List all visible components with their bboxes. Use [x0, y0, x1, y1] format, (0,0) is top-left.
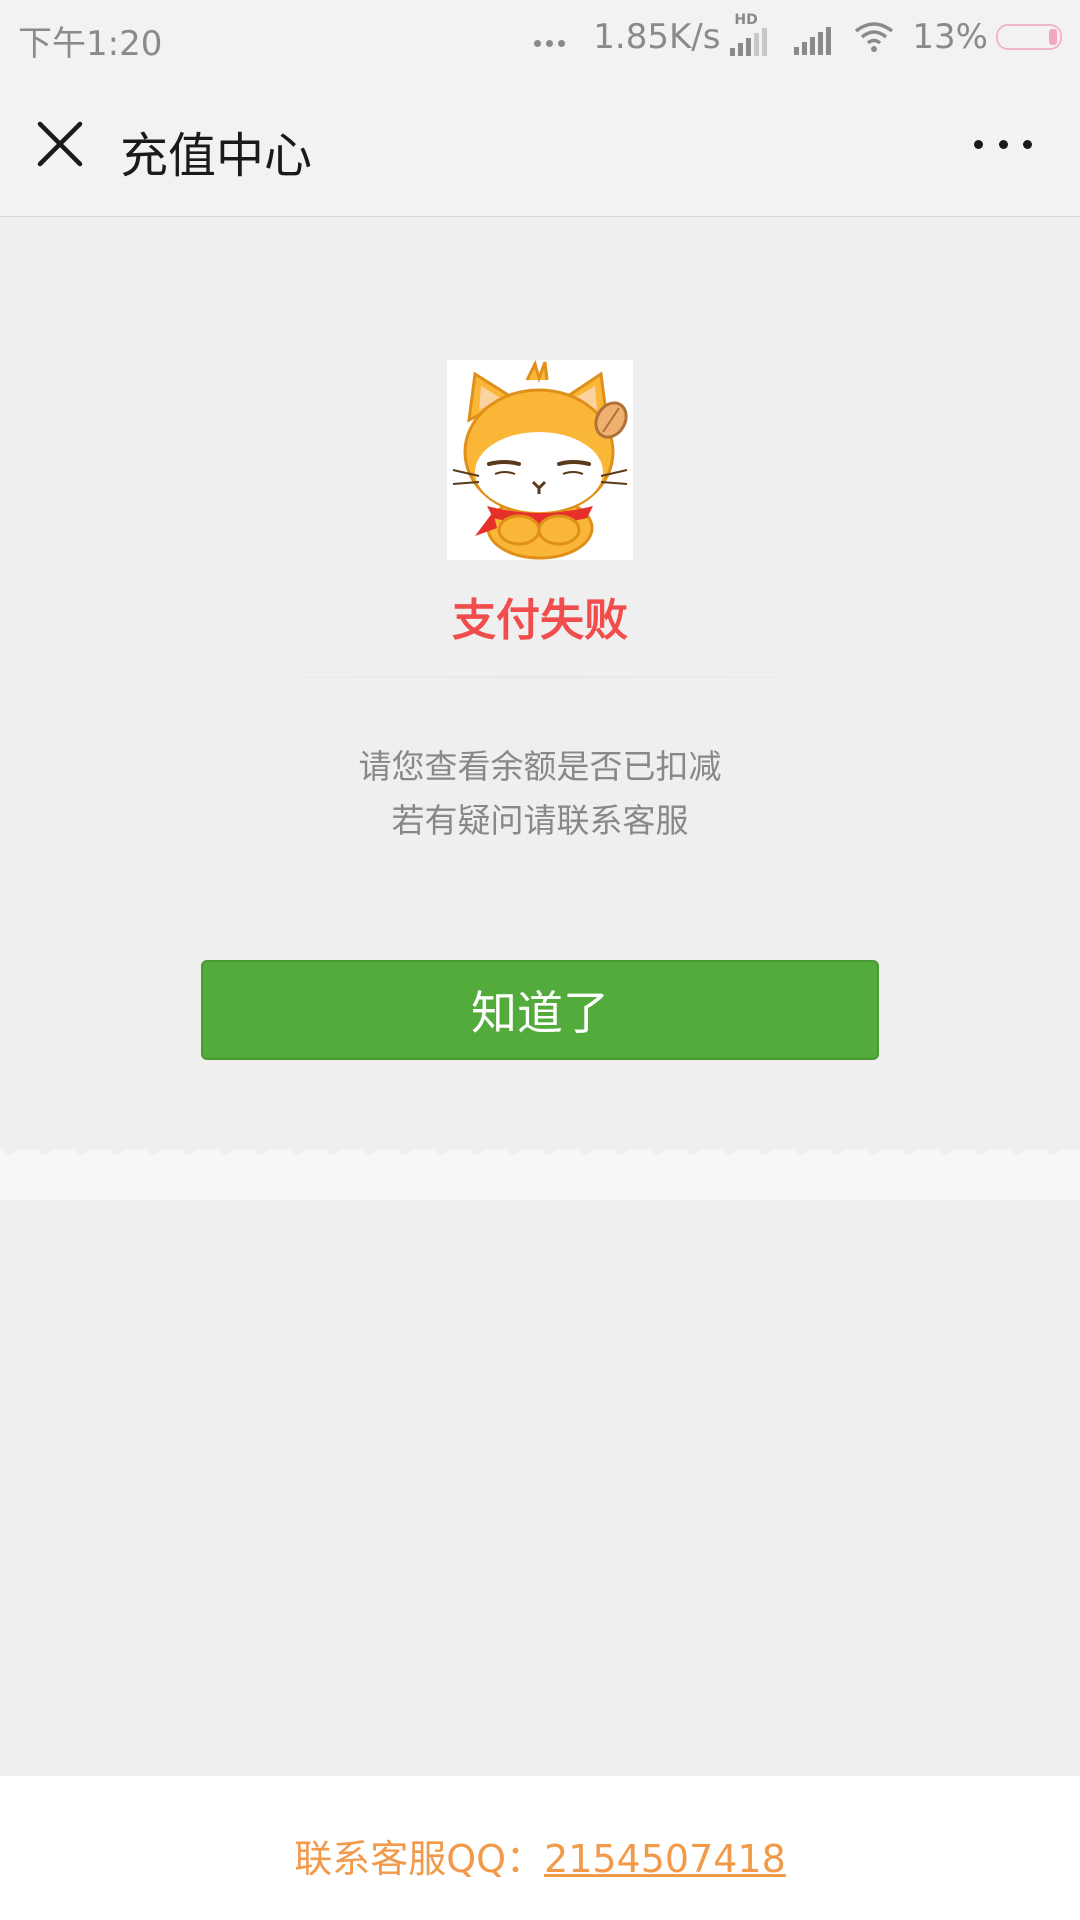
nav-bar: 充值中心: [0, 74, 1080, 217]
got-it-button[interactable]: 知道了: [201, 960, 879, 1060]
support-contact: 联系客服QQ：2154507418: [0, 1828, 1080, 1883]
more-notifications-icon: [534, 39, 566, 47]
payment-failed-title: 支付失败: [452, 595, 628, 646]
page-title: 充值中心: [120, 128, 313, 184]
close-icon[interactable]: [34, 118, 86, 170]
hd-signal-icon: HD: [728, 12, 772, 58]
message-line-2: 若有疑问请联系客服: [391, 801, 689, 840]
more-icon[interactable]: [974, 132, 1032, 156]
message-line-1: 请您查看余额是否已扣减: [358, 747, 722, 786]
got-it-button-label: 知道了: [471, 986, 609, 1040]
support-label: 联系客服QQ：: [294, 1837, 545, 1881]
screen: 下午1:20 1.85K/s HD 13% 充值中心 支付失败 请您查看余额是否…: [0, 0, 1080, 1920]
wifi-icon: [855, 22, 894, 52]
ticket-edge: [0, 1150, 1080, 1200]
signal-icon: [792, 17, 832, 57]
battery-percent: 13%: [912, 17, 988, 57]
footer: 联系客服QQ：2154507418: [0, 1776, 1080, 1920]
status-time: 下午1:20: [18, 24, 163, 64]
status-bar: 下午1:20 1.85K/s HD 13%: [0, 0, 1080, 74]
divider: [60, 676, 1020, 678]
network-speed: 1.85K/s: [593, 17, 721, 57]
battery-icon: [996, 24, 1062, 50]
ticket-edge-perforation: [0, 1148, 1080, 1156]
cat-mascot-icon: [447, 360, 633, 560]
hd-label: HD: [734, 12, 758, 28]
support-qq-link[interactable]: 2154507418: [544, 1837, 786, 1881]
status-indicators: 1.85K/s HD 13%: [534, 12, 1062, 60]
